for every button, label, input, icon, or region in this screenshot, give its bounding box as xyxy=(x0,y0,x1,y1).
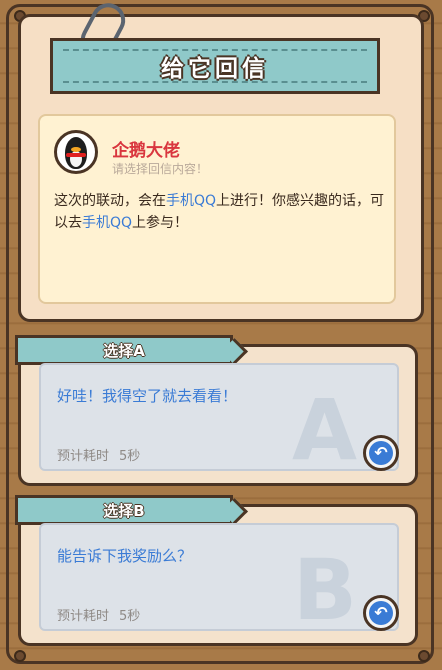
qq-link: 手机QQ xyxy=(166,193,217,209)
option-a-panel[interactable]: A 好哇！我得空了就去看看！ 预计耗时 5秒 ↶ xyxy=(39,363,399,479)
reply-hint: 请选择回信内容！ xyxy=(112,162,209,176)
option-a-card[interactable]: 选择A A 好哇！我得空了就去看看！ 预计耗时 5秒 ↶ xyxy=(15,335,418,486)
title-ribbon: 给它回信 xyxy=(50,38,380,94)
time-value: 5秒 xyxy=(119,609,141,624)
option-letter-watermark: A xyxy=(291,381,357,479)
option-a-text: 好哇！我得空了就去看看！ xyxy=(57,387,238,405)
letter-body-text: 这次的联动，会在 xyxy=(54,193,166,209)
time-label: 预计耗时 xyxy=(57,449,110,464)
time-value: 5秒 xyxy=(119,449,141,464)
option-b-card[interactable]: 选择B B 能告诉下我奖励么？ 预计耗时 5秒 ↶ xyxy=(15,495,418,646)
letter-body: 这次的联动，会在手机QQ上进行！你感兴趣的话，可以去手机QQ上参与！ xyxy=(54,190,386,234)
qq-link: 手机QQ xyxy=(82,215,133,231)
option-b-tag: 选择B xyxy=(15,495,233,525)
page-title: 给它回信 xyxy=(161,56,269,82)
time-label: 预计耗时 xyxy=(57,609,110,624)
option-b-text: 能告诉下我奖励么？ xyxy=(57,547,193,565)
sender-name: 企鹅大佬 xyxy=(112,141,180,161)
option-tag-label: 选择A xyxy=(103,341,145,360)
reply-button[interactable]: ↶ xyxy=(363,595,399,631)
letter-body-text: 上参与！ xyxy=(132,215,189,231)
nail-icon xyxy=(14,650,26,662)
estimated-time: 预计耗时 5秒 xyxy=(57,605,140,624)
option-tag-label: 选择B xyxy=(103,501,145,520)
reply-arrow-icon: ↶ xyxy=(369,601,393,625)
option-letter-watermark: B xyxy=(292,541,357,639)
nail-icon xyxy=(418,650,430,662)
option-a-tag: 选择A xyxy=(15,335,233,365)
estimated-time: 预计耗时 5秒 xyxy=(57,445,140,464)
penguin-avatar-icon xyxy=(54,130,98,174)
reply-arrow-icon: ↶ xyxy=(369,441,393,465)
letter-card: 企鹅大佬 请选择回信内容！ 这次的联动，会在手机QQ上进行！你感兴趣的话，可以去… xyxy=(38,114,396,304)
reply-button[interactable]: ↶ xyxy=(363,435,399,471)
option-b-panel[interactable]: B 能告诉下我奖励么？ 预计耗时 5秒 ↶ xyxy=(39,523,399,639)
